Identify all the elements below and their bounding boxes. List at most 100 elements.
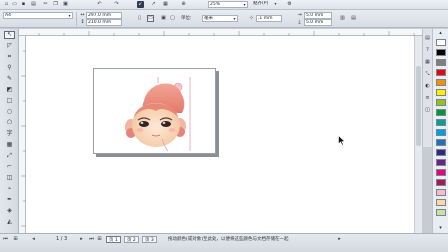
parallel-dimension-icon[interactable]: ⤢ — [4, 152, 15, 160]
hints-icon[interactable]: ? — [424, 47, 431, 54]
color-swatch[interactable] — [436, 209, 446, 216]
zoom-icon[interactable]: ⊕ — [180, 1, 187, 8]
treat-as-filled-icon[interactable]: ▥ — [339, 15, 346, 22]
page-counter: 1 / 3 — [56, 236, 68, 242]
copy-icon[interactable]: ❐ — [52, 1, 59, 8]
page-tab-3[interactable]: 页 3 — [142, 236, 157, 243]
rectangle-tool-icon[interactable]: □ — [4, 97, 15, 105]
interactive-fill-icon[interactable]: ◭ — [4, 218, 15, 226]
page-height-field[interactable]: 210.0 mm — [86, 19, 122, 26]
chevron-down-icon: ▾ — [68, 13, 71, 18]
import-icon[interactable]: ↙ — [137, 1, 144, 8]
color-swatch[interactable] — [436, 139, 446, 146]
outline-pen-icon[interactable]: ✒ — [4, 196, 15, 204]
layers-icon[interactable]: ≡ — [424, 95, 431, 102]
palette-scroll-down-icon[interactable]: ▾ — [437, 225, 444, 232]
color-swatch[interactable] — [436, 189, 446, 196]
redo-icon[interactable]: ↷ — [113, 1, 120, 8]
nudge-distance-value: .1 mm — [258, 16, 273, 21]
chevron-down-icon: ▾ — [274, 1, 277, 6]
color-swatch[interactable] — [436, 149, 446, 156]
object-manager-icon[interactable]: ▤ — [424, 35, 431, 42]
color-swatch[interactable] — [436, 99, 446, 106]
horizontal-ruler[interactable] — [19, 29, 422, 36]
table-tool-icon[interactable]: ▦ — [4, 141, 15, 149]
save-icon[interactable]: ▪ — [20, 1, 27, 8]
blend-tool-icon[interactable]: ◫ — [4, 174, 15, 182]
undo-icon[interactable]: ↶ — [96, 1, 103, 8]
color-swatch[interactable] — [436, 59, 446, 66]
vertical-ruler[interactable] — [19, 36, 26, 233]
palette-options-icon[interactable]: ▸ — [336, 236, 343, 243]
vertical-scrollbar[interactable] — [414, 36, 422, 233]
color-palette: ▴ ▾ — [432, 29, 448, 233]
freehand-tool-icon[interactable]: ✎ — [4, 75, 15, 83]
styles-icon[interactable]: ◫ — [424, 107, 431, 114]
standard-toolbar: ▫ ▭ ▪ ▤ ✂ ❐ ▣ ↶ ↷ ↙ ↗ ▦ ⊕ 25% ▾ 贴齐(P) ▾ … — [0, 0, 448, 10]
page-tab-1[interactable]: 页 1 — [106, 236, 121, 243]
document-page[interactable] — [93, 68, 216, 154]
color-swatch[interactable] — [436, 39, 446, 46]
color-swatch[interactable] — [436, 69, 446, 76]
transform-icon[interactable]: ⤡ — [424, 71, 431, 78]
drawing-canvas[interactable] — [26, 36, 414, 233]
add-page-after-icon[interactable]: ⊞ — [96, 236, 103, 243]
color-swatch[interactable] — [436, 179, 446, 186]
ellipse-tool-icon[interactable]: ○ — [4, 108, 15, 116]
all-pages-icon[interactable]: ▣ — [160, 15, 167, 22]
current-page-icon[interactable]: ▢ — [169, 15, 176, 22]
page-size-combo[interactable]: A4 ▾ — [3, 12, 73, 19]
add-page-before-icon[interactable]: ⊞ — [12, 236, 19, 243]
page-width-field[interactable]: 297.0 mm — [86, 12, 122, 19]
color-swatch[interactable] — [436, 109, 446, 116]
color-swatch[interactable] — [436, 169, 446, 176]
page-width-value: 297.0 mm — [88, 13, 112, 18]
new-icon[interactable]: ▫ — [3, 1, 10, 8]
page-last-icon[interactable]: ⏭ — [88, 236, 95, 243]
dropper-tool-icon[interactable]: ⌁ — [4, 185, 15, 193]
text-tool-icon[interactable]: 字 — [4, 130, 15, 138]
properties-icon[interactable]: ▦ — [424, 59, 431, 66]
units-combo[interactable]: 毫米 ▾ — [202, 15, 238, 22]
landscape-icon[interactable]: ▭ — [147, 15, 154, 22]
paste-icon[interactable]: ▣ — [62, 1, 69, 8]
palette-scroll-up-icon[interactable]: ▴ — [437, 30, 444, 37]
duplicate-distance-y-field[interactable]: 5.0 mm — [304, 19, 332, 26]
options-icon[interactable]: ⚙ — [286, 1, 293, 8]
nudge-distance-field[interactable]: .1 mm — [256, 15, 282, 22]
portrait-icon[interactable]: ▯ — [136, 15, 143, 22]
open-icon[interactable]: ▭ — [11, 1, 18, 8]
document-palette-hint: 拖动颜色(或对象)至此处，以便将这些颜色与文档存储在一起 — [168, 237, 289, 242]
status-bar: ⏮ ⊞ ◂ 1 / 3 ▸ ⏭ ⊞ 页 1 页 2 页 3 拖动颜色(或对象)至… — [0, 233, 448, 252]
color-swatch[interactable] — [436, 119, 446, 126]
color-swatch[interactable] — [436, 159, 446, 166]
launcher-icon[interactable]: ▦ — [162, 1, 169, 8]
pick-tool-icon[interactable]: ↖ — [4, 31, 15, 39]
shape-tool-icon[interactable]: ◸ — [4, 42, 15, 50]
crop-tool-icon[interactable]: ⌗ — [4, 53, 15, 61]
smart-fill-icon[interactable]: ◩ — [4, 86, 15, 94]
connector-tool-icon[interactable]: ⌐ — [4, 163, 15, 171]
zoom-level-combo[interactable]: 25% ▾ — [208, 1, 248, 8]
zoom-tool-icon[interactable]: ⚲ — [4, 64, 15, 72]
cut-icon[interactable]: ✂ — [42, 1, 49, 8]
color-swatch[interactable] — [436, 199, 446, 206]
page-tab-2[interactable]: 页 2 — [124, 236, 139, 243]
scrollbar-thumb[interactable] — [416, 66, 421, 146]
polygon-tool-icon[interactable]: ⬠ — [4, 119, 15, 127]
page-next-icon[interactable]: ▸ — [78, 236, 85, 243]
color-swatch[interactable] — [436, 79, 446, 86]
duplicate-distance-x-field[interactable]: 5.0 mm — [304, 12, 332, 19]
fill-tool-icon[interactable]: ◈ — [4, 207, 15, 215]
color-swatch[interactable] — [436, 89, 446, 96]
color-swatch[interactable] — [436, 49, 446, 56]
snap-to-dropdown[interactable]: 贴齐(P) ▾ — [252, 1, 278, 8]
cartoon-girl-illustration[interactable] — [94, 69, 217, 155]
page-previous-icon[interactable]: ◂ — [30, 236, 37, 243]
color-swatch[interactable] — [436, 129, 446, 136]
page-first-icon[interactable]: ⏮ — [2, 236, 9, 243]
color-icon[interactable]: ◐ — [424, 83, 431, 90]
export-icon[interactable]: ↗ — [150, 1, 157, 8]
page-layout-icon[interactable]: ▤ — [350, 15, 357, 22]
print-icon[interactable]: ▤ — [30, 1, 37, 8]
